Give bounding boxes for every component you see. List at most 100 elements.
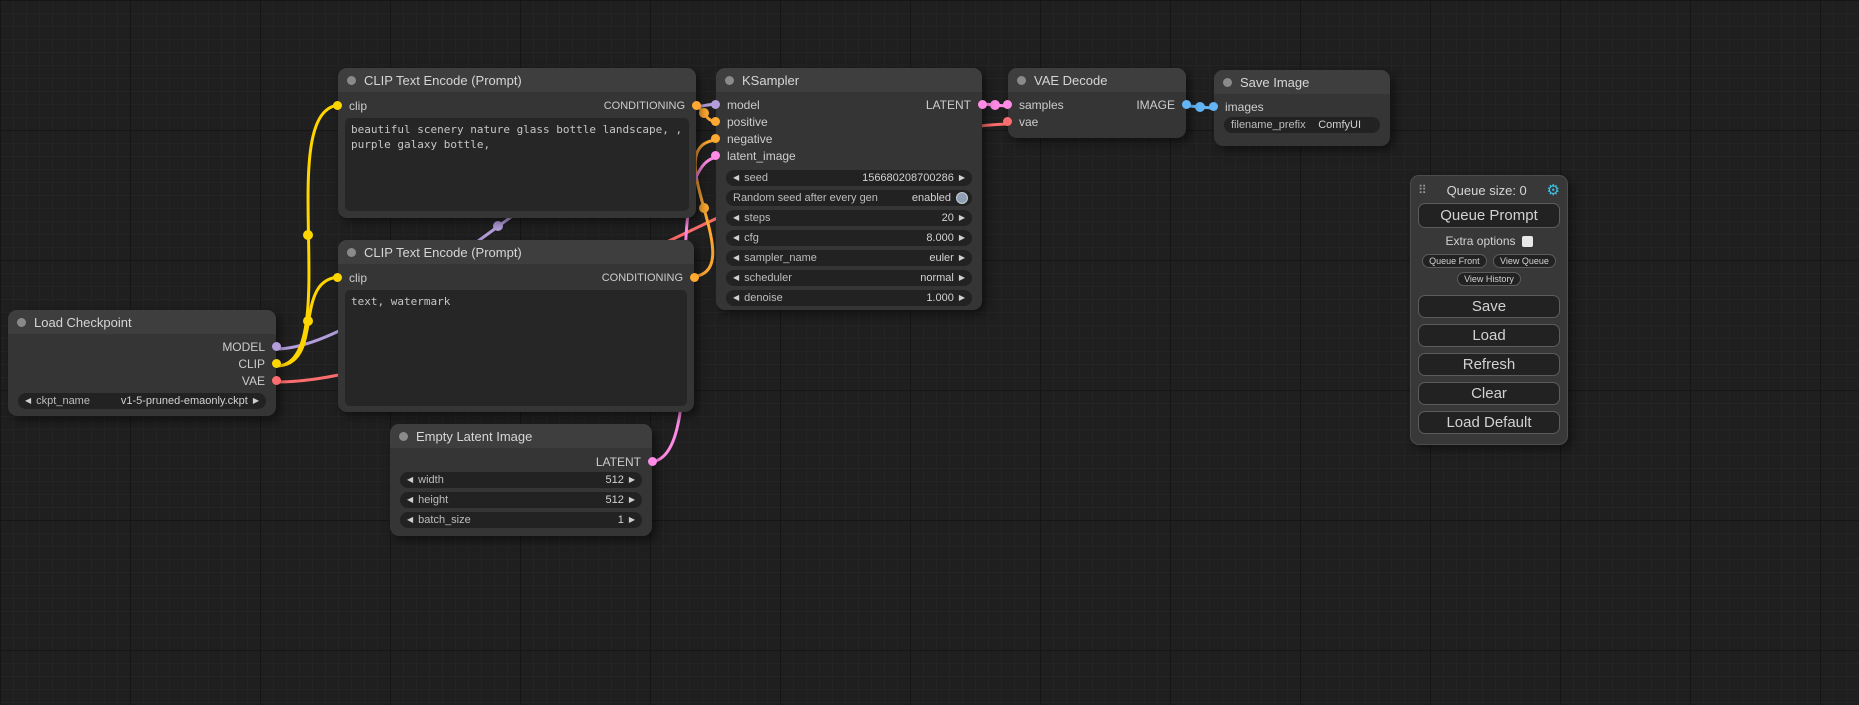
arrow-left-icon[interactable]: ◀ bbox=[733, 294, 739, 302]
node-title-bar[interactable]: VAE Decode bbox=[1008, 68, 1186, 92]
toggle-knob-icon[interactable] bbox=[956, 192, 968, 204]
graph-canvas[interactable]: Load Checkpoint MODEL CLIP VAE ◀ ckpt_na… bbox=[0, 0, 1859, 705]
node-title-bar[interactable]: KSampler bbox=[716, 68, 982, 92]
collapse-dot-icon[interactable] bbox=[399, 432, 408, 441]
slot-row: negative bbox=[716, 130, 982, 147]
arrow-right-icon[interactable]: ▶ bbox=[959, 234, 965, 242]
widget-seed[interactable]: ◀ seed 156680208700286 ▶ bbox=[726, 170, 972, 186]
slot-input-negative-dot[interactable] bbox=[711, 134, 720, 143]
node-title-bar[interactable]: CLIP Text Encode (Prompt) bbox=[338, 240, 694, 264]
extra-options-checkbox[interactable] bbox=[1522, 236, 1533, 247]
arrow-right-icon[interactable]: ▶ bbox=[959, 214, 965, 222]
widget-value: 512 bbox=[605, 474, 623, 486]
node-ksampler[interactable]: KSampler model LATENT positive negative … bbox=[716, 68, 982, 310]
arrow-left-icon[interactable]: ◀ bbox=[733, 234, 739, 242]
slot-output-vae-dot[interactable] bbox=[272, 376, 281, 385]
arrow-left-icon[interactable]: ◀ bbox=[733, 254, 739, 262]
arrow-left-icon[interactable]: ◀ bbox=[25, 397, 31, 405]
arrow-right-icon[interactable]: ▶ bbox=[629, 516, 635, 524]
slot-output-model-dot[interactable] bbox=[272, 342, 281, 351]
arrow-right-icon[interactable]: ▶ bbox=[959, 274, 965, 282]
wire-clip-to-positive bbox=[276, 105, 341, 366]
collapse-dot-icon[interactable] bbox=[1223, 78, 1232, 87]
widget-height[interactable]: ◀ height 512 ▶ bbox=[400, 492, 642, 508]
link-midpoint-dot bbox=[303, 316, 313, 326]
queue-panel[interactable]: ⠿ Queue size: 0 ⚙ Queue Prompt Extra opt… bbox=[1410, 175, 1568, 445]
view-history-button[interactable]: View History bbox=[1457, 272, 1521, 286]
drag-handle-icon[interactable]: ⠿ bbox=[1418, 183, 1427, 197]
slot-input-clip-dot[interactable] bbox=[333, 273, 342, 282]
slot-output-latent-dot[interactable] bbox=[648, 457, 657, 466]
widget-label: cfg bbox=[744, 232, 759, 244]
widget-sampler-name[interactable]: ◀ sampler_name euler ▶ bbox=[726, 250, 972, 266]
slot-output-latent-dot[interactable] bbox=[978, 100, 987, 109]
slot-input-model-dot[interactable] bbox=[711, 100, 720, 109]
arrow-right-icon[interactable]: ▶ bbox=[629, 476, 635, 484]
widget-filename-prefix[interactable]: filename_prefix ComfyUI bbox=[1224, 117, 1380, 133]
arrow-right-icon[interactable]: ▶ bbox=[959, 294, 965, 302]
collapse-dot-icon[interactable] bbox=[17, 318, 26, 327]
widget-label: filename_prefix bbox=[1231, 119, 1306, 131]
link-midpoint-dot bbox=[303, 230, 313, 240]
collapse-dot-icon[interactable] bbox=[725, 76, 734, 85]
widget-ckpt-name[interactable]: ◀ ckpt_name v1-5-pruned-emaonly.ckpt ▶ bbox=[18, 393, 266, 409]
collapse-dot-icon[interactable] bbox=[1017, 76, 1026, 85]
slot-output-conditioning-dot[interactable] bbox=[690, 273, 699, 282]
load-default-button[interactable]: Load Default bbox=[1418, 411, 1560, 434]
node-save-image[interactable]: Save Image images filename_prefix ComfyU… bbox=[1214, 70, 1390, 146]
arrow-left-icon[interactable]: ◀ bbox=[407, 516, 413, 524]
slot-input-model-label: model bbox=[727, 98, 760, 112]
prompt-textarea[interactable]: text, watermark bbox=[345, 290, 687, 406]
widget-denoise[interactable]: ◀ denoise 1.000 ▶ bbox=[726, 290, 972, 306]
widget-width[interactable]: ◀ width 512 ▶ bbox=[400, 472, 642, 488]
view-queue-button[interactable]: View Queue bbox=[1493, 254, 1556, 268]
arrow-left-icon[interactable]: ◀ bbox=[733, 214, 739, 222]
node-clip-text-encode-negative[interactable]: CLIP Text Encode (Prompt) clip CONDITION… bbox=[338, 240, 694, 412]
arrow-right-icon[interactable]: ▶ bbox=[629, 496, 635, 504]
widget-scheduler[interactable]: ◀ scheduler normal ▶ bbox=[726, 270, 972, 286]
node-load-checkpoint[interactable]: Load Checkpoint MODEL CLIP VAE ◀ ckpt_na… bbox=[8, 310, 276, 416]
arrow-left-icon[interactable]: ◀ bbox=[407, 476, 413, 484]
refresh-button[interactable]: Refresh bbox=[1418, 353, 1560, 376]
node-empty-latent-image[interactable]: Empty Latent Image LATENT ◀ width 512 ▶ … bbox=[390, 424, 652, 536]
widget-value: 8.000 bbox=[926, 232, 954, 244]
node-title-bar[interactable]: CLIP Text Encode (Prompt) bbox=[338, 68, 696, 92]
slot-input-latent-image-dot[interactable] bbox=[711, 151, 720, 160]
widget-batch-size[interactable]: ◀ batch_size 1 ▶ bbox=[400, 512, 642, 528]
slot-input-images-dot[interactable] bbox=[1209, 102, 1218, 111]
queue-prompt-button[interactable]: Queue Prompt bbox=[1418, 203, 1560, 228]
slot-input-clip-label: clip bbox=[349, 271, 367, 285]
node-title-bar[interactable]: Load Checkpoint bbox=[8, 310, 276, 334]
arrow-left-icon[interactable]: ◀ bbox=[733, 274, 739, 282]
widget-random-seed-toggle[interactable]: Random seed after every gen enabled bbox=[726, 190, 972, 206]
slot-input-samples-dot[interactable] bbox=[1003, 100, 1012, 109]
clear-button[interactable]: Clear bbox=[1418, 382, 1560, 405]
prompt-textarea[interactable]: beautiful scenery nature glass bottle la… bbox=[345, 118, 689, 211]
slot-output-image-dot[interactable] bbox=[1182, 100, 1191, 109]
widget-cfg[interactable]: ◀ cfg 8.000 ▶ bbox=[726, 230, 972, 246]
arrow-right-icon[interactable]: ▶ bbox=[253, 397, 259, 405]
node-title: Load Checkpoint bbox=[34, 315, 132, 330]
arrow-left-icon[interactable]: ◀ bbox=[407, 496, 413, 504]
queue-front-button[interactable]: Queue Front bbox=[1422, 254, 1487, 268]
slot-output-clip-label: CLIP bbox=[238, 357, 265, 371]
slot-output-conditioning-dot[interactable] bbox=[692, 101, 701, 110]
save-button[interactable]: Save bbox=[1418, 295, 1560, 318]
node-title-bar[interactable]: Empty Latent Image bbox=[390, 424, 652, 448]
node-clip-text-encode-positive[interactable]: CLIP Text Encode (Prompt) clip CONDITION… bbox=[338, 68, 696, 218]
node-vae-decode[interactable]: VAE Decode samples IMAGE vae bbox=[1008, 68, 1186, 138]
arrow-right-icon[interactable]: ▶ bbox=[959, 254, 965, 262]
slot-input-clip-dot[interactable] bbox=[333, 101, 342, 110]
collapse-dot-icon[interactable] bbox=[347, 248, 356, 257]
slot-output-clip-dot[interactable] bbox=[272, 359, 281, 368]
arrow-right-icon[interactable]: ▶ bbox=[959, 174, 965, 182]
slot-input-vae-dot[interactable] bbox=[1003, 117, 1012, 126]
arrow-left-icon[interactable]: ◀ bbox=[733, 174, 739, 182]
slot-input-positive-dot[interactable] bbox=[711, 117, 720, 126]
node-title-bar[interactable]: Save Image bbox=[1214, 70, 1390, 94]
slot-input-positive-label: positive bbox=[727, 115, 768, 129]
widget-steps[interactable]: ◀ steps 20 ▶ bbox=[726, 210, 972, 226]
collapse-dot-icon[interactable] bbox=[347, 76, 356, 85]
gear-icon[interactable]: ⚙ bbox=[1547, 181, 1560, 199]
load-button[interactable]: Load bbox=[1418, 324, 1560, 347]
